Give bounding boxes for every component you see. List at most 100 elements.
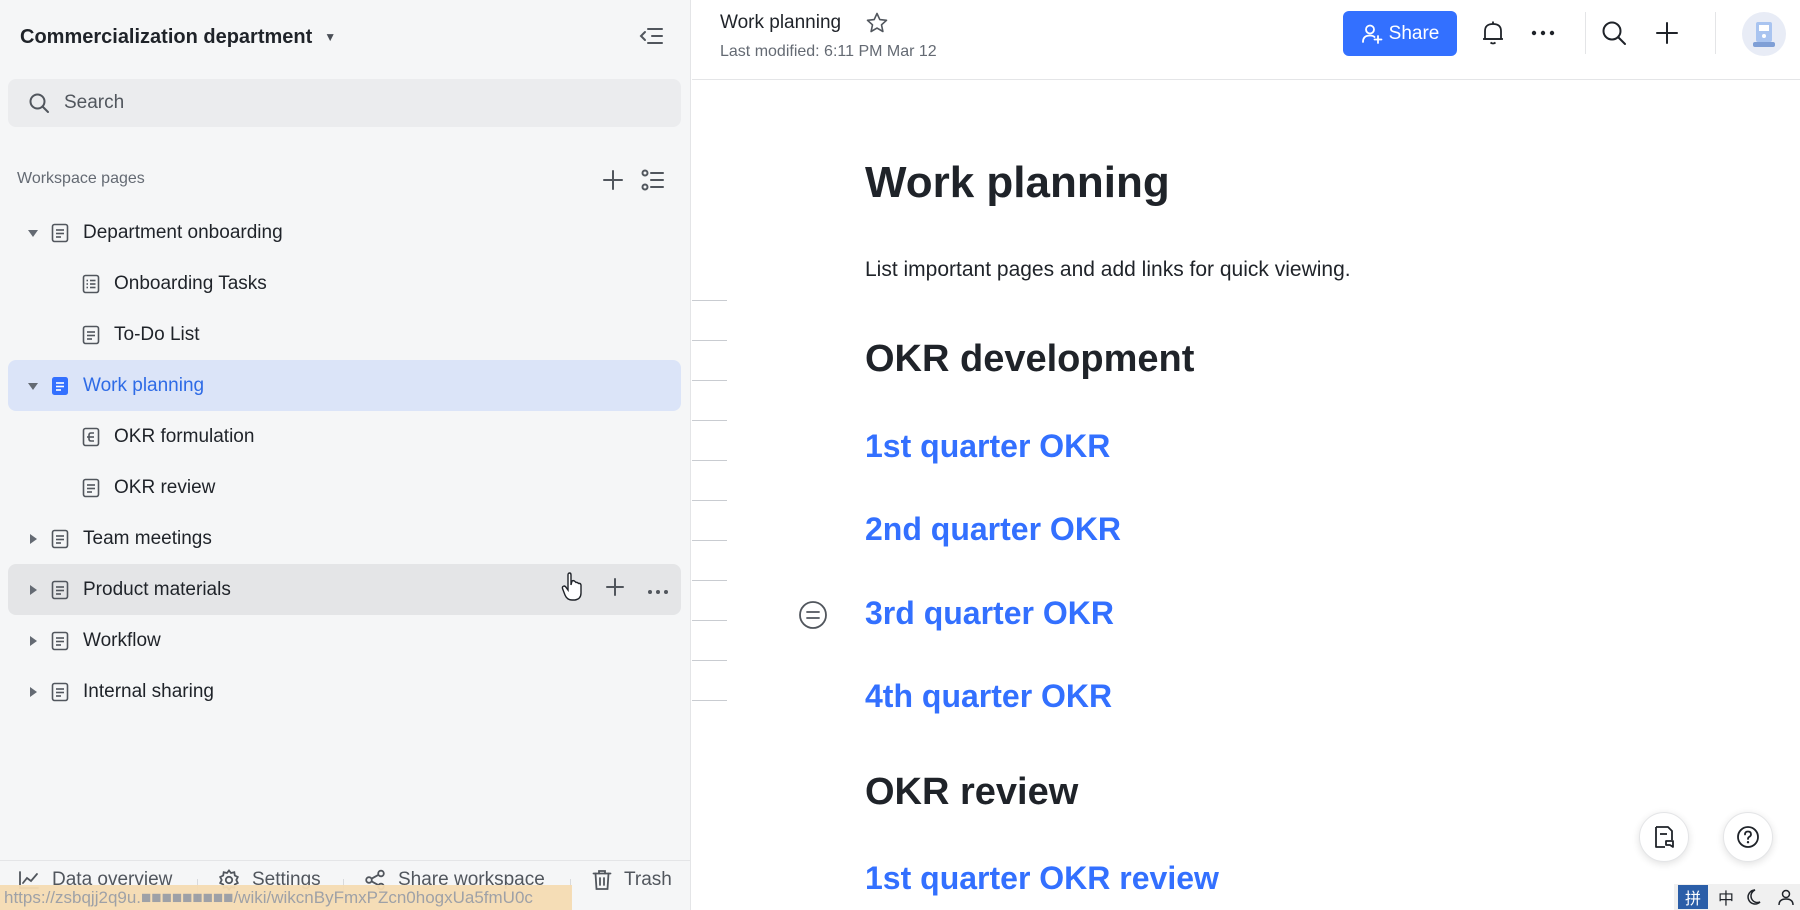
tree-item-okr-formulation[interactable]: OKR formulation: [8, 411, 681, 462]
outline-marker: [692, 620, 727, 621]
tree-item-label: Work planning: [83, 374, 205, 396]
outline-marker: [692, 460, 727, 461]
trash-button[interactable]: Trash: [592, 869, 672, 891]
search-icon: [29, 93, 49, 113]
caret-down-icon: ▼: [324, 30, 337, 44]
tree-item-onboarding-tasks[interactable]: Onboarding Tasks: [8, 258, 681, 309]
block-menu-icon[interactable]: [798, 600, 828, 630]
doc-icon: [81, 325, 101, 345]
doc-icon: [50, 682, 70, 702]
tree-item-label: OKR formulation: [114, 425, 255, 447]
moon-icon[interactable]: [1744, 885, 1768, 909]
section-label: Workspace pages: [17, 170, 145, 187]
collapsed-toggle-icon[interactable]: [26, 532, 40, 546]
tree-item-label: To-Do List: [114, 323, 200, 345]
last-modified: Last modified: 6:11 PM Mar 12: [720, 43, 937, 60]
help-icon[interactable]: [1723, 812, 1773, 862]
outline-marker: [692, 340, 727, 341]
tree-item-okr-review[interactable]: OKR review: [8, 462, 681, 513]
link-4th-quarter-okr[interactable]: 4th quarter OKR: [865, 678, 1112, 715]
search-placeholder: Search: [64, 92, 125, 113]
tree-item-label: Team meetings: [83, 527, 212, 549]
tree-item-product-materials[interactable]: Product materials: [8, 564, 681, 615]
doc-icon: [50, 376, 70, 396]
outline-marker: [692, 700, 727, 701]
heading-okr-review: OKR review: [865, 771, 1079, 813]
status-bar-url: https://zsbqjj2q9u.■■■■■■■■■/wiki/wikcnB…: [0, 885, 572, 910]
heading-okr-development: OKR development: [865, 338, 1195, 380]
link-2nd-quarter-okr[interactable]: 2nd quarter OKR: [865, 511, 1121, 548]
trash-icon: [592, 870, 612, 890]
avatar[interactable]: [1742, 12, 1786, 56]
doc-icon: [50, 580, 70, 600]
link-1st-quarter-okr[interactable]: 1st quarter OKR: [865, 428, 1110, 465]
tree-item-label: OKR review: [114, 476, 216, 498]
more-icon[interactable]: [647, 579, 669, 601]
more-icon[interactable]: [1528, 18, 1558, 48]
collapsed-toggle-icon[interactable]: [26, 634, 40, 648]
outline-marker: [692, 500, 727, 501]
tree-item-department-onboarding[interactable]: Department onboarding: [8, 207, 681, 258]
star-icon[interactable]: [865, 11, 889, 40]
doc-icon: [50, 223, 70, 243]
search-icon[interactable]: [1599, 18, 1629, 48]
user-icon[interactable]: [1774, 885, 1798, 909]
page-description: List important pages and add links for q…: [865, 258, 1351, 281]
doc-icon: [81, 478, 101, 498]
outline-marker: [692, 580, 727, 581]
add-page-icon[interactable]: [600, 167, 626, 193]
lang-indicator[interactable]: 中: [1714, 885, 1738, 909]
pointer-cursor-icon: [561, 571, 583, 608]
sidebar: Commercialization department ▼ Search Wo…: [0, 0, 691, 910]
link-3rd-quarter-okr[interactable]: 3rd quarter OKR: [865, 595, 1114, 632]
row-actions: [561, 571, 669, 608]
expanded-toggle-icon[interactable]: [26, 226, 40, 240]
expanded-toggle-icon[interactable]: [26, 379, 40, 393]
task-list-icon: [81, 274, 101, 294]
main-content: Work planning Last modified: 6:11 PM Mar…: [692, 0, 1800, 910]
tree-item-label: Product materials: [83, 578, 231, 600]
page-title: Work planning: [865, 158, 1170, 207]
ime-indicator[interactable]: 拼: [1678, 885, 1708, 909]
tree-item-to-do-list[interactable]: To-Do List: [8, 309, 681, 360]
tree-item-label: Internal sharing: [83, 680, 214, 702]
share-label: Share: [1388, 22, 1440, 44]
top-bar: Work planning Last modified: 6:11 PM Mar…: [692, 0, 1800, 80]
bell-icon[interactable]: [1478, 18, 1508, 48]
toolbar-divider: [1715, 12, 1716, 54]
tree-item-label: Onboarding Tasks: [114, 272, 267, 294]
tree-item-label: Department onboarding: [83, 221, 283, 243]
add-icon[interactable]: [1652, 18, 1682, 48]
collapsed-toggle-icon[interactable]: [26, 583, 40, 597]
tree-item-team-meetings[interactable]: Team meetings: [8, 513, 681, 564]
outline-marker: [692, 660, 727, 661]
trash-label: Trash: [624, 869, 672, 890]
page-list-icon[interactable]: [640, 167, 666, 193]
doc-icon: [50, 631, 70, 651]
doc-icon: [50, 529, 70, 549]
doc-title: Work planning: [720, 12, 842, 33]
add-subpage-icon[interactable]: [605, 577, 625, 603]
share-button[interactable]: Share: [1343, 11, 1457, 56]
search-input[interactable]: Search: [8, 79, 681, 127]
app-window: Commercialization department ▼ Search Wo…: [0, 0, 1800, 910]
outline-marker: [692, 420, 727, 421]
collapsed-toggle-icon[interactable]: [26, 685, 40, 699]
tree-item-work-planning[interactable]: Work planning: [8, 360, 681, 411]
add-user-icon: [1361, 24, 1383, 44]
toolbar-divider: [1585, 12, 1586, 54]
collapse-sidebar-icon[interactable]: [636, 22, 666, 50]
outline-marker: [692, 380, 727, 381]
tree-item-label: Workflow: [83, 629, 161, 651]
tree-item-internal-sharing[interactable]: Internal sharing: [8, 666, 681, 717]
outline-marker: [692, 300, 727, 301]
outline-marker: [692, 540, 727, 541]
tree-item-workflow[interactable]: Workflow: [8, 615, 681, 666]
system-tray: 拼 中: [1674, 884, 1800, 910]
comment-doc-icon[interactable]: [1639, 812, 1689, 862]
page-tree: Department onboarding Onboarding Tasks T…: [8, 207, 681, 717]
link-1st-quarter-okr-review[interactable]: 1st quarter OKR review: [865, 860, 1219, 897]
workspace-name: Commercialization department: [20, 25, 313, 48]
mindmap-doc-icon: [81, 427, 101, 447]
workspace-switcher[interactable]: Commercialization department ▼: [20, 22, 336, 52]
